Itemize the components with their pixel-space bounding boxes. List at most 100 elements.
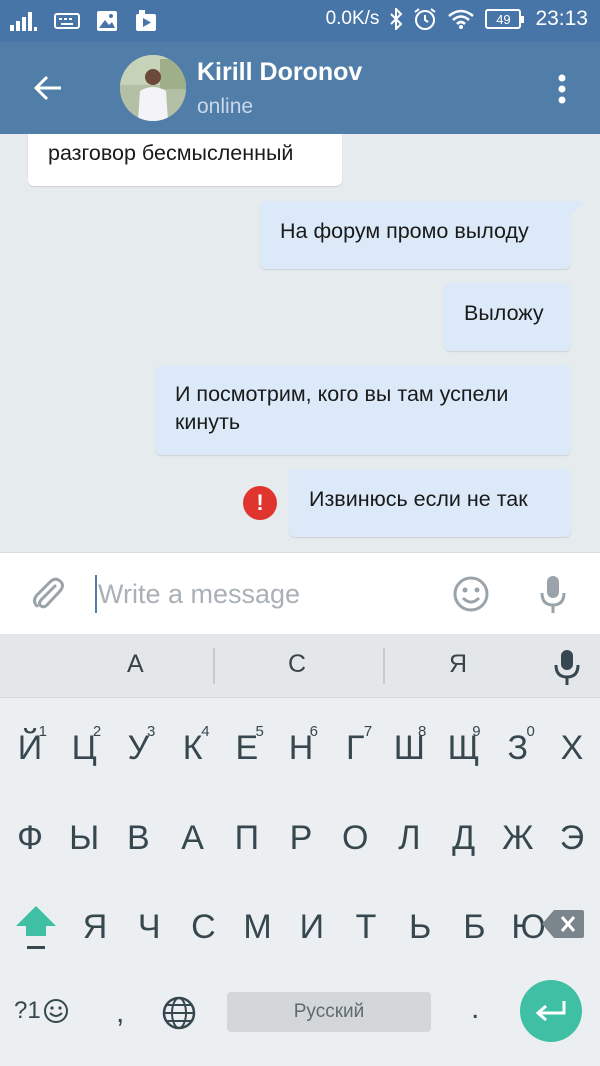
message-bubble[interactable]: разговор бесмысленный: [28, 134, 342, 186]
key-label: П: [234, 818, 260, 857]
keyboard-key[interactable]: Ц2: [57, 713, 111, 783]
key-label: Р: [289, 818, 313, 857]
key-number-hint: 2: [92, 723, 102, 740]
key-number-hint: 3: [147, 723, 156, 740]
attach-button[interactable]: [28, 574, 68, 614]
keyboard-key[interactable]: Т: [339, 892, 393, 962]
period-key[interactable]: .: [471, 992, 479, 1026]
keyboard-key[interactable]: И: [285, 892, 339, 962]
keyboard-key[interactable]: Г7: [328, 713, 382, 783]
key-label: Х: [560, 728, 584, 767]
keyboard-key[interactable]: Э: [545, 803, 599, 873]
message-bubble[interactable]: Извинюсь если не так: [289, 469, 571, 537]
battery-level: 49: [496, 11, 511, 27]
back-arrow-icon: [33, 75, 61, 101]
bubble-tail: [570, 201, 586, 215]
symbols-key[interactable]: ?1: [14, 997, 69, 1025]
key-number-hint: 0: [526, 723, 535, 740]
divider: [383, 648, 385, 684]
backspace-key[interactable]: [540, 906, 586, 942]
key-number-hint: 4: [201, 723, 210, 740]
keyboard-key[interactable]: В: [111, 803, 165, 873]
suggestion-item[interactable]: С: [288, 650, 306, 679]
keyboard-key[interactable]: О: [328, 803, 382, 873]
keyboard-key[interactable]: Д: [437, 803, 491, 873]
text-cursor: [95, 575, 97, 613]
suggestion-item[interactable]: А: [127, 650, 144, 679]
signal-icon: [10, 8, 38, 34]
symbols-label: ?1: [14, 997, 41, 1024]
keyboard-key[interactable]: А: [166, 803, 220, 873]
shift-key[interactable]: [12, 898, 60, 958]
keyboard-key[interactable]: Л: [382, 803, 436, 873]
message-input[interactable]: [98, 571, 428, 617]
suggestion-item[interactable]: Я: [449, 650, 467, 679]
more-options-button[interactable]: [546, 66, 578, 112]
message-text: Извинюсь если не так: [309, 487, 528, 511]
keyboard-key[interactable]: Е5: [220, 713, 274, 783]
shift-arrow-icon: [16, 906, 56, 949]
enter-arrow-icon: [535, 1001, 566, 1022]
message-text: На форум промо вылоду: [280, 219, 529, 243]
microphone-icon: [554, 650, 580, 685]
message-text: И посмотрим, кого вы там успели кинуть: [175, 382, 509, 434]
keyboard-key[interactable]: Н6: [274, 713, 328, 783]
key-label: Ь: [409, 907, 432, 946]
key-label: Д: [452, 818, 476, 857]
keyboard-key[interactable]: Ы: [57, 803, 111, 873]
backspace-icon: [542, 910, 584, 938]
key-label: Ы: [69, 818, 100, 857]
enter-key[interactable]: [520, 980, 582, 1042]
key-label: М: [243, 907, 272, 946]
key-label: Ж: [502, 818, 534, 857]
key-label: И: [299, 907, 325, 946]
keyboard-key[interactable]: С: [176, 892, 230, 962]
space-key[interactable]: Русский: [227, 992, 431, 1032]
chat-title[interactable]: Kirill Doronov: [197, 58, 362, 87]
key-number-hint: 6: [309, 723, 318, 740]
keyboard-key[interactable]: Р: [274, 803, 328, 873]
emoji-button[interactable]: [452, 575, 490, 613]
keyboard-key[interactable]: Ь: [393, 892, 447, 962]
keyboard-key[interactable]: Ш8: [382, 713, 436, 783]
keyboard-key[interactable]: Я: [68, 892, 122, 962]
keyboard-key[interactable]: Ф: [3, 803, 57, 873]
key-number-hint: 9: [472, 723, 481, 740]
bluetooth-icon: [389, 6, 403, 32]
message-list[interactable]: разговор бесмысленный На форум промо выл…: [0, 134, 600, 552]
keyboard-key[interactable]: К4: [166, 713, 220, 783]
back-button[interactable]: [24, 64, 72, 112]
keyboard-key[interactable]: П: [220, 803, 274, 873]
language-switch-key[interactable]: [161, 995, 197, 1031]
keyboard-key[interactable]: Й1: [3, 713, 57, 783]
message-bubble[interactable]: На форум промо вылоду: [260, 201, 571, 269]
microphone-icon: [540, 576, 566, 613]
key-label: Ч: [137, 907, 161, 946]
key-label: Я: [82, 907, 108, 946]
message-bubble[interactable]: И посмотрим, кого вы там успели кинуть: [155, 365, 571, 455]
message-text: разговор бесмысленный: [48, 141, 294, 165]
smiley-icon: [453, 576, 489, 612]
gallery-notification-icon: [96, 8, 118, 34]
network-speed: 0.0K/s: [325, 8, 380, 29]
keyboard-key[interactable]: Х: [545, 713, 599, 783]
keyboard-key[interactable]: З0: [491, 713, 545, 783]
soft-keyboard: А С Я Й1Ц2У3К4Е5Н6Г7Ш8Щ9З0Х ФЫВАПРОЛДЖЭ …: [0, 634, 600, 1066]
voice-input-button[interactable]: [553, 647, 581, 687]
message-bubble[interactable]: Выложу: [444, 283, 571, 351]
keyboard-key[interactable]: У3: [111, 713, 165, 783]
voice-message-button[interactable]: [538, 573, 568, 615]
status-bar: 0.0K/s 49 23:13: [0, 0, 600, 42]
keyboard-key[interactable]: Щ9: [437, 713, 491, 783]
keyboard-key[interactable]: Ч: [122, 892, 176, 962]
avatar[interactable]: [120, 55, 186, 121]
keyboard-key[interactable]: М: [231, 892, 285, 962]
keyboard-key[interactable]: Ж: [491, 803, 545, 873]
paperclip-icon: [33, 577, 64, 609]
key-label: Б: [463, 907, 486, 946]
keyboard-key[interactable]: Б: [447, 892, 501, 962]
key-label: З: [507, 728, 529, 767]
comma-key[interactable]: ,: [116, 996, 124, 1030]
send-error-icon[interactable]: !: [243, 486, 277, 520]
key-number-hint: 8: [418, 723, 427, 740]
